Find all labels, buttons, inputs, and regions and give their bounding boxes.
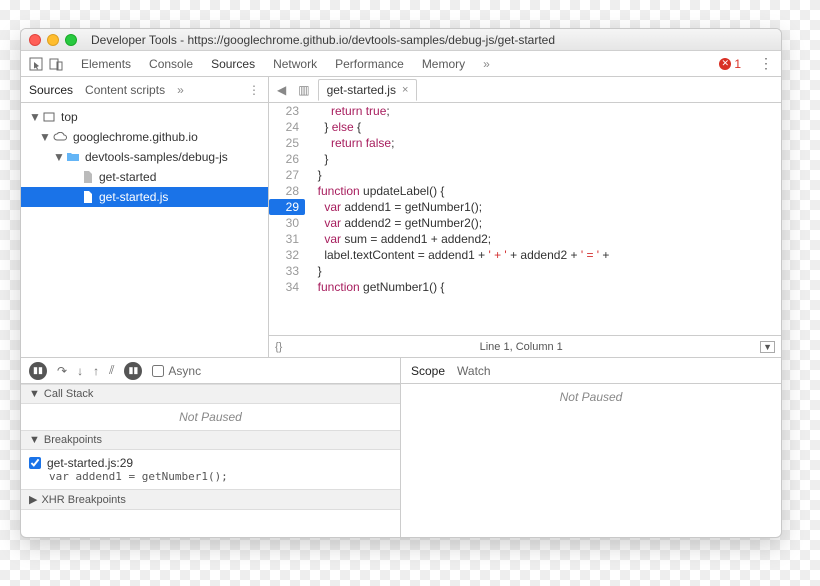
device-mode-icon[interactable] [49, 57, 63, 71]
sidebar-more[interactable]: » [177, 83, 184, 97]
code-line: var addend2 = getNumber2(); [305, 215, 482, 231]
gutter-line[interactable]: 28 [269, 183, 305, 199]
statusbar-menu-icon[interactable]: ▼ [760, 341, 775, 353]
tab-elements[interactable]: Elements [81, 57, 131, 71]
error-badge[interactable]: ✕1 [719, 57, 741, 71]
window-title: Developer Tools - https://googlechrome.g… [91, 33, 555, 47]
call-stack-header[interactable]: ▼Call Stack [21, 384, 400, 404]
code-line: return false; [305, 135, 394, 151]
editor-tab-label: get-started.js [327, 83, 396, 97]
gutter-line[interactable]: 31 [269, 231, 305, 247]
pause-resume-button[interactable]: ▮▮ [29, 362, 47, 380]
more-panels-icon[interactable]: » [483, 57, 490, 71]
code-line: label.textContent = addend1 + ' + ' + ad… [305, 247, 609, 263]
pause-on-exceptions-icon[interactable]: ▮▮ [124, 362, 142, 380]
code-line: } [305, 263, 322, 279]
code-line: } else { [305, 119, 361, 135]
step-over-icon[interactable]: ↷ [57, 364, 67, 378]
breakpoint-item[interactable]: get-started.js:29 [29, 456, 392, 470]
tab-scope[interactable]: Scope [411, 364, 445, 378]
tab-watch[interactable]: Watch [457, 364, 491, 378]
sidebar-tab-content-scripts[interactable]: Content scripts [85, 83, 165, 97]
breakpoint-checkbox[interactable] [29, 457, 41, 469]
nav-back-icon[interactable]: ◀ [273, 83, 290, 97]
gutter-line[interactable]: 24 [269, 119, 305, 135]
call-stack-state: Not Paused [21, 404, 400, 430]
gutter-line[interactable]: 32 [269, 247, 305, 263]
code-line: var addend1 = getNumber1(); [305, 199, 482, 215]
editor-tab[interactable]: get-started.js × [318, 79, 418, 101]
async-checkbox[interactable]: Async [152, 364, 201, 378]
gutter-line[interactable]: 34 [269, 279, 305, 295]
code-line: var sum = addend1 + addend2; [305, 231, 491, 247]
gutter-line[interactable]: 26 [269, 151, 305, 167]
tab-sources[interactable]: Sources [211, 57, 255, 71]
tab-performance[interactable]: Performance [335, 57, 404, 71]
step-out-icon[interactable]: ↑ [93, 364, 99, 378]
code-line: } [305, 151, 328, 167]
editor-tabbar: ◀ ▥ get-started.js × [269, 77, 781, 103]
debugger-controls: ▮▮ ↷ ↓ ↑ ⫽ ▮▮ Async [21, 358, 400, 384]
code-editor[interactable]: 23 return true;24 } else {25 return fals… [269, 103, 781, 335]
folder-icon [67, 152, 79, 162]
main-toolbar: Elements Console Sources Network Performance… [21, 51, 781, 77]
sidebar-tab-sources[interactable]: Sources [29, 83, 73, 97]
gutter-line[interactable]: 33 [269, 263, 305, 279]
code-line: function getNumber1() { [305, 279, 444, 295]
tree-file-html[interactable]: get-started [21, 167, 268, 187]
file-icon [83, 171, 93, 183]
sidebar-menu-icon[interactable]: ⋮ [248, 83, 260, 97]
tab-memory[interactable]: Memory [422, 57, 465, 71]
editor-statusbar: {} Line 1, Column 1 ▼ [269, 335, 781, 357]
cursor-position: Line 1, Column 1 [480, 341, 563, 353]
breakpoints-list: get-started.js:29 var addend1 = getNumbe… [21, 450, 400, 489]
settings-icon[interactable]: ⋮ [759, 55, 773, 72]
panel-tabs: Elements Console Sources Network Performance… [81, 57, 465, 71]
tree-file-js[interactable]: get-started.js [21, 187, 268, 207]
code-line: return true; [305, 103, 390, 119]
frame-icon [43, 111, 55, 123]
gutter-line[interactable]: 23 [269, 103, 305, 119]
tab-network[interactable]: Network [273, 57, 317, 71]
deactivate-breakpoints-icon[interactable]: ⫽ [109, 363, 114, 378]
code-line: function updateLabel() { [305, 183, 444, 199]
tree-top[interactable]: ▼ top [21, 107, 268, 127]
breakpoints-header[interactable]: ▼Breakpoints [21, 430, 400, 450]
debugger-pane: ▮▮ ↷ ↓ ↑ ⫽ ▮▮ Async ▼Call Stack Not Paus… [21, 357, 781, 537]
tree-folder[interactable]: ▼ devtools-samples/debug-js [21, 147, 268, 167]
tab-console[interactable]: Console [149, 57, 193, 71]
close-tab-icon[interactable]: × [402, 84, 408, 96]
titlebar: Developer Tools - https://googlechrome.g… [21, 29, 781, 51]
gutter-line[interactable]: 30 [269, 215, 305, 231]
step-into-icon[interactable]: ↓ [77, 364, 83, 378]
scope-state: Not Paused [401, 384, 781, 410]
tree-domain[interactable]: ▼ googlechrome.github.io [21, 127, 268, 147]
pretty-print-icon[interactable]: {} [275, 341, 282, 353]
sources-sidebar: Sources Content scripts » ⋮ ▼ top ▼ goog… [21, 77, 269, 357]
cloud-icon [53, 132, 67, 142]
file-tree: ▼ top ▼ googlechrome.github.io ▼ devtool… [21, 103, 268, 357]
xhr-breakpoints-header[interactable]: ▶XHR Breakpoints [21, 489, 400, 510]
devtools-window: Developer Tools - https://googlechrome.g… [20, 28, 782, 538]
maximize-icon[interactable] [65, 34, 77, 46]
toggle-navigator-icon[interactable]: ▥ [294, 83, 313, 97]
close-icon[interactable] [29, 34, 41, 46]
breakpoint-code: var addend1 = getNumber1(); [29, 470, 228, 483]
gutter-line[interactable]: 29 [269, 199, 305, 215]
scope-watch-tabs: Scope Watch [401, 358, 781, 384]
minimize-icon[interactable] [47, 34, 59, 46]
file-icon [83, 191, 93, 203]
gutter-line[interactable]: 25 [269, 135, 305, 151]
code-line: } [305, 167, 322, 183]
gutter-line[interactable]: 27 [269, 167, 305, 183]
inspect-icon[interactable] [29, 57, 43, 71]
